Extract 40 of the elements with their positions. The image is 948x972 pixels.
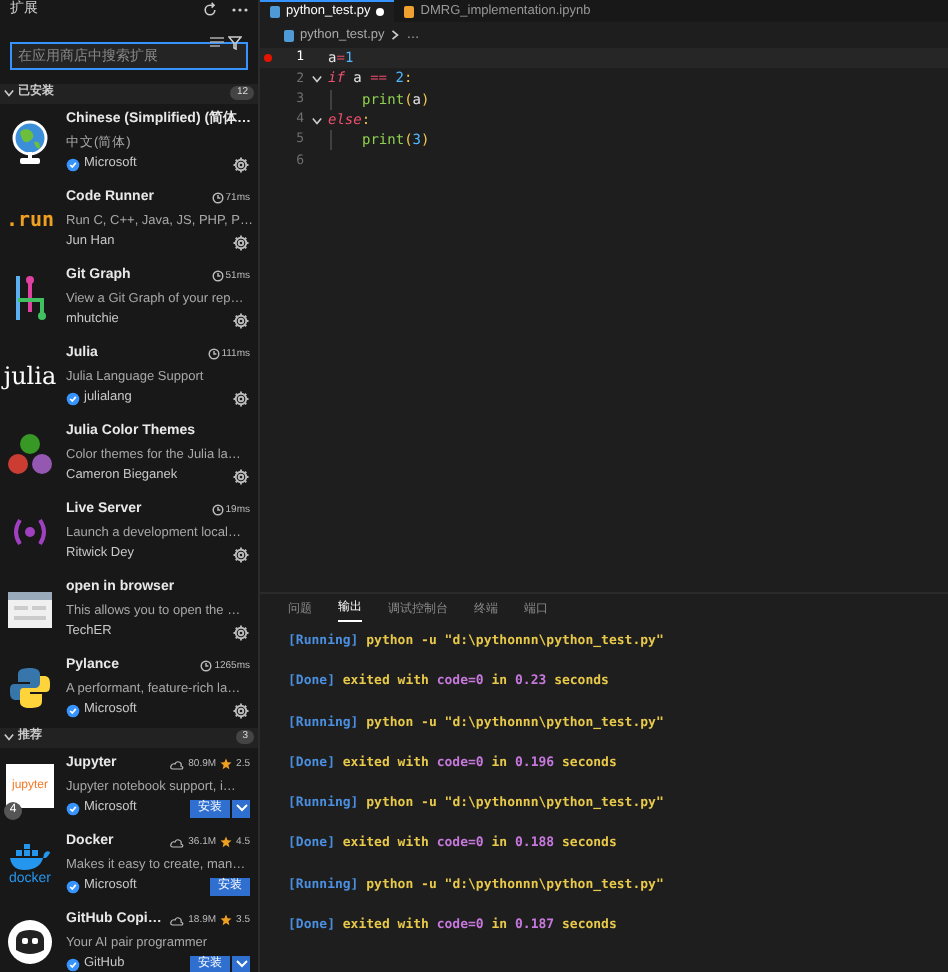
clear-filter-icon[interactable] <box>210 36 224 48</box>
filter-icon[interactable] <box>228 35 242 49</box>
gear-icon[interactable] <box>232 389 250 408</box>
cloud-icon <box>170 837 185 848</box>
install-dropdown-button[interactable] <box>232 955 250 972</box>
clock-icon <box>207 348 220 361</box>
clock-icon <box>211 270 224 283</box>
gear-icon[interactable] <box>232 701 250 720</box>
clock-icon <box>211 504 224 517</box>
gear-icon[interactable] <box>232 623 250 642</box>
star-icon <box>220 914 233 927</box>
star-icon <box>220 836 233 849</box>
clock-icon <box>200 660 213 673</box>
star-icon <box>220 758 233 771</box>
copilot-icon <box>6 918 54 966</box>
chevron-down-icon <box>311 115 321 126</box>
install-dropdown-button[interactable] <box>232 799 250 818</box>
chevron-down-icon <box>235 804 247 813</box>
cloud-icon <box>170 915 185 926</box>
gear-icon[interactable] <box>232 467 250 486</box>
gear-icon[interactable] <box>232 311 250 330</box>
three-circles-icon <box>6 432 54 476</box>
chevron-right-icon <box>390 30 401 40</box>
git-graph-icon <box>10 272 50 324</box>
clock-icon <box>211 192 224 205</box>
more-icon[interactable] <box>232 8 248 13</box>
chevron-down-icon <box>311 73 321 84</box>
gear-icon[interactable] <box>232 545 250 564</box>
gear-icon[interactable] <box>232 155 250 174</box>
cloud-icon <box>170 759 185 770</box>
python-icon <box>8 666 52 710</box>
browser-window-icon <box>6 590 54 630</box>
globe-icon <box>8 118 52 166</box>
chevron-down-icon <box>235 960 247 969</box>
file-icon <box>404 5 415 17</box>
logo-text: .run <box>5 207 55 235</box>
whale-icon <box>8 843 52 871</box>
refresh-icon[interactable] <box>202 2 218 19</box>
logo-text: julia <box>3 360 57 394</box>
gear-icon[interactable] <box>232 233 250 252</box>
